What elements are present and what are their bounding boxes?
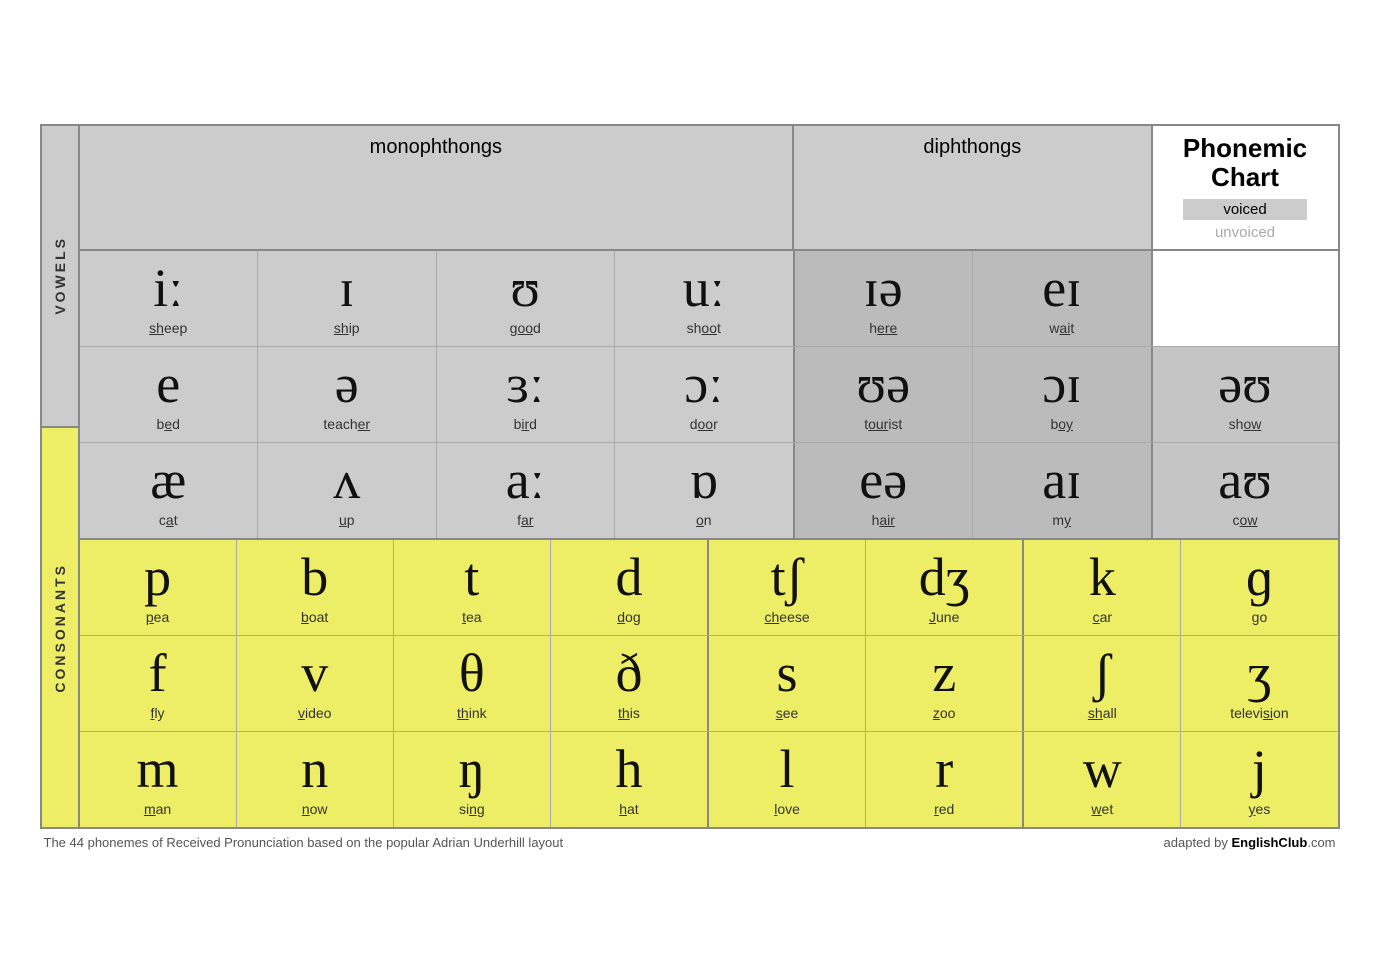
cell-ue: ʊə tourist xyxy=(795,347,974,442)
footer-right-text: adapted by EnglishClub.com xyxy=(1164,835,1336,850)
footer: The 44 phonemes of Received Pronunciatio… xyxy=(40,835,1340,850)
cell-j: j yes xyxy=(1181,732,1337,827)
cons-row-2: f fly v video θ think ð this xyxy=(80,636,1338,732)
cell-ea: eə hair xyxy=(795,443,974,538)
cell-w: w wet xyxy=(1024,732,1181,827)
footer-left-text: The 44 phonemes of Received Pronunciatio… xyxy=(44,835,564,850)
cell-e: e bed xyxy=(80,347,259,442)
cell-open-o: ɔː door xyxy=(615,347,795,442)
cell-uu: uː shoot xyxy=(615,251,795,346)
cell-3: ɜː bird xyxy=(437,347,616,442)
vowel-row-1: iː sheep ɪ ship ʊ good uː shoot xyxy=(80,251,1338,347)
cell-openo: ɒ on xyxy=(615,443,795,538)
cell-au: aʊ cow xyxy=(1153,443,1338,538)
cell-eng: ŋ sing xyxy=(394,732,551,827)
cell-k: k car xyxy=(1024,540,1181,635)
cell-z: z zoo xyxy=(866,636,1024,731)
header-row: monophthongs diphthongs Phonemic Chart v… xyxy=(80,126,1338,251)
left-labels: VOWELS CONSONANTS xyxy=(42,126,80,827)
cons-row-1: p pea b boat t tea d dog xyxy=(80,540,1338,636)
voiced-label: voiced xyxy=(1183,199,1307,220)
cell-ei: eɪ wait xyxy=(973,251,1153,346)
cell-zh: ʒ television xyxy=(1181,636,1337,731)
cell-ae: æ cat xyxy=(80,443,259,538)
cell-eu: əʊ show xyxy=(1153,347,1338,442)
cell-eth: ð this xyxy=(551,636,709,731)
cell-aa: aː far xyxy=(437,443,616,538)
title-panel: Phonemic Chart voiced unvoiced xyxy=(1153,126,1338,249)
cell-r: r red xyxy=(866,732,1024,827)
cell-f: f fly xyxy=(80,636,237,731)
vowel-row-2: e bed ə teacher ɜː bird ɔː door xyxy=(80,347,1338,443)
cell-ie: ɪə here xyxy=(795,251,974,346)
cell-tsh: tʃ cheese xyxy=(709,540,866,635)
title-line2: Chart xyxy=(1183,163,1307,192)
cons-row-3: m man n now ŋ sing h hat xyxy=(80,732,1338,827)
cell-upsilon: ʊ good xyxy=(437,251,616,346)
cell-i: ɪ ship xyxy=(258,251,437,346)
monophthongs-header: monophthongs xyxy=(80,126,795,249)
data-rows: iː sheep ɪ ship ʊ good uː shoot xyxy=(80,251,1338,827)
cell-d: d dog xyxy=(551,540,709,635)
cell-v: v video xyxy=(237,636,394,731)
cell-l: l love xyxy=(709,732,866,827)
cell-m: m man xyxy=(80,732,237,827)
consonants-label: CONSONANTS xyxy=(42,428,78,828)
diphthongs-header: diphthongs xyxy=(794,126,1152,249)
cell-schwa: ə teacher xyxy=(258,347,437,442)
cell-b: b boat xyxy=(237,540,394,635)
title-line1: Phonemic xyxy=(1183,134,1307,163)
cell-g: ɡ go xyxy=(1181,540,1337,635)
cell-ai: aɪ my xyxy=(973,443,1153,538)
cell-t: t tea xyxy=(394,540,551,635)
vowel-row-3: æ cat ʌ up aː far ɒ on xyxy=(80,443,1338,540)
cell-h: h hat xyxy=(551,732,709,827)
cell-p: p pea xyxy=(80,540,237,635)
vowels-label: VOWELS xyxy=(42,126,78,428)
cell-ii: iː sheep xyxy=(80,251,259,346)
unvoiced-label: unvoiced xyxy=(1183,224,1307,241)
cell-empty-1 xyxy=(1153,251,1338,346)
cell-n: n now xyxy=(237,732,394,827)
cell-dzh: dʒ June xyxy=(866,540,1024,635)
cell-wedge: ʌ up xyxy=(258,443,437,538)
cell-sh: ʃ shall xyxy=(1024,636,1181,731)
cell-oi: ɔɪ boy xyxy=(973,347,1153,442)
cell-s: s see xyxy=(709,636,866,731)
cell-theta: θ think xyxy=(394,636,551,731)
phonemic-chart: VOWELS CONSONANTS monophthongs diphthong… xyxy=(40,124,1340,829)
chart-body: monophthongs diphthongs Phonemic Chart v… xyxy=(80,126,1338,827)
